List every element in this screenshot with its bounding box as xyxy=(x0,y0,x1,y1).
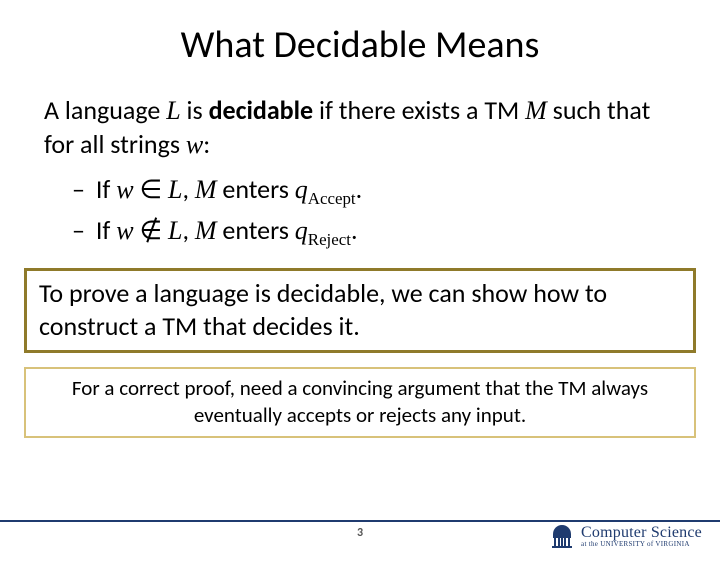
def-M: M xyxy=(525,96,547,125)
def-L: L xyxy=(166,96,180,125)
bullet-text: . xyxy=(351,214,358,246)
bullet-text: . xyxy=(356,173,363,205)
bullet-text: If xyxy=(90,214,116,246)
var-L: L xyxy=(168,175,182,204)
not-element-of: ∉ xyxy=(134,214,168,246)
def-bold: decidable xyxy=(209,94,314,126)
bullet-reject: – If w ∉ L, M enters qReject. xyxy=(72,212,682,253)
dash-icon: – xyxy=(72,212,90,250)
definition-paragraph: A language L is decidable if there exist… xyxy=(38,94,682,161)
logo-university: at the UNIVERSITY of VIRGINIA xyxy=(581,541,702,548)
rotunda-icon xyxy=(549,522,575,550)
bullet-text: enters xyxy=(217,214,295,246)
var-q: q xyxy=(295,216,308,245)
element-of: ∈ xyxy=(134,173,168,205)
def-text: if there exists a TM xyxy=(313,94,525,126)
def-text: : xyxy=(203,128,210,160)
slide-footer: 3 Computer Science at the UNIVERSITY of … xyxy=(0,520,720,562)
sub-accept: Accept xyxy=(308,189,356,208)
callout-box-secondary: For a correct proof, need a convincing a… xyxy=(24,367,696,438)
def-w: w xyxy=(186,130,203,159)
logo-dept: Computer Science xyxy=(581,525,702,541)
def-text: A language xyxy=(44,94,166,126)
var-L: L xyxy=(168,216,182,245)
var-w: w xyxy=(116,175,133,204)
slide-title: What Decidable Means xyxy=(0,22,720,68)
bullet-text: , xyxy=(182,173,194,205)
bullet-accept: – If w ∈ L, M enters qAccept. xyxy=(72,171,682,212)
sub-reject: Reject xyxy=(308,230,351,249)
def-text: is xyxy=(181,94,209,126)
page-number: 3 xyxy=(357,526,363,540)
dash-icon: – xyxy=(72,171,90,209)
slide-body: A language L is decidable if there exist… xyxy=(0,94,720,252)
bullet-text: enters xyxy=(217,173,295,205)
bullet-text: If xyxy=(90,173,116,205)
callout-box-primary: To prove a language is decidable, we can… xyxy=(24,268,696,353)
logo-text: Computer Science at the UNIVERSITY of VI… xyxy=(581,525,702,548)
var-M: M xyxy=(195,216,217,245)
var-q: q xyxy=(295,175,308,204)
footer-logo: Computer Science at the UNIVERSITY of VI… xyxy=(549,522,702,550)
bullet-list: – If w ∈ L, M enters qAccept. – If w ∉ L… xyxy=(38,171,682,252)
var-w: w xyxy=(116,216,133,245)
bullet-text: , xyxy=(182,214,194,246)
var-M: M xyxy=(195,175,217,204)
